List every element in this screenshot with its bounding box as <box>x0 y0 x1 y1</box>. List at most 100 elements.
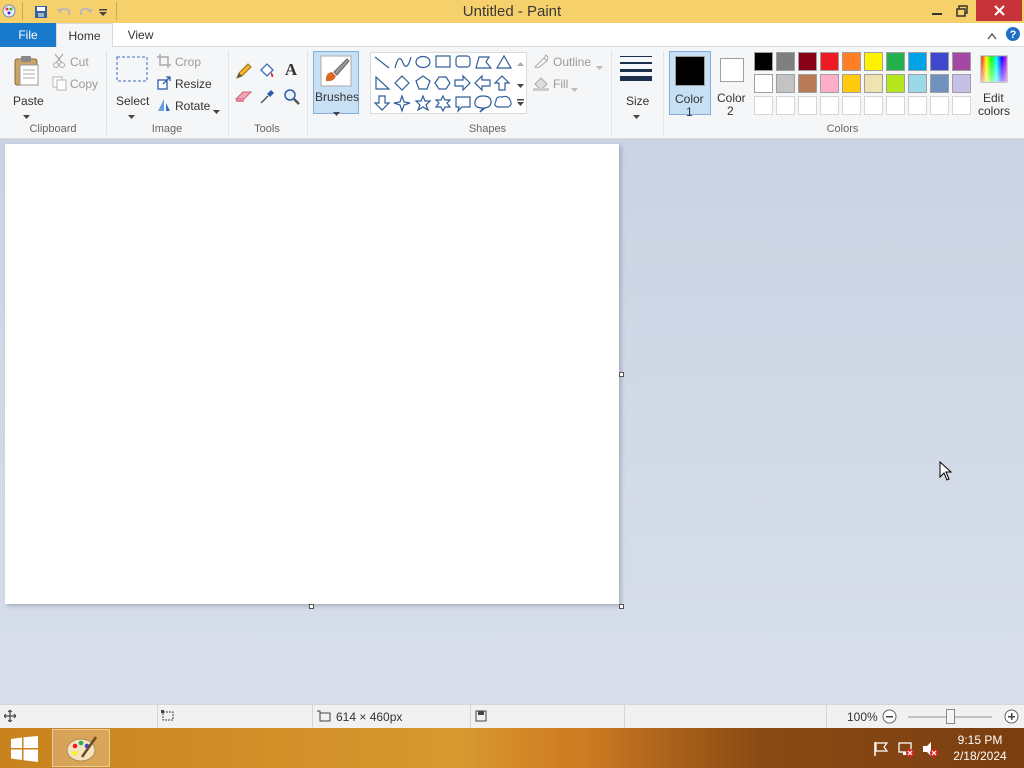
color1-button[interactable]: Color 1 <box>669 51 711 119</box>
palette-swatch[interactable] <box>754 74 773 93</box>
palette-swatch[interactable] <box>930 74 949 93</box>
copy-label: Copy <box>70 77 99 91</box>
palette-swatch[interactable] <box>820 52 839 71</box>
polygon-shape-icon <box>475 56 493 69</box>
color-picker-icon[interactable] <box>259 87 277 108</box>
color2-label-line1: Color <box>717 91 746 105</box>
palette-swatch[interactable] <box>842 74 861 93</box>
palette-swatch[interactable] <box>842 52 861 71</box>
outline-button[interactable]: Outline <box>533 53 605 71</box>
brush-icon <box>320 55 352 90</box>
palette-swatch[interactable] <box>886 52 905 71</box>
custom-color-slot[interactable] <box>776 96 795 115</box>
file-size-icon <box>475 710 487 725</box>
ribbon: Paste Cut Copy Clipboard Select Crop Res… <box>0 47 1024 139</box>
palette-swatch[interactable] <box>798 52 817 71</box>
chevron-down-icon <box>633 109 640 123</box>
line-size-icon <box>619 55 653 84</box>
clock-date: 2/18/2024 <box>953 749 1007 763</box>
size-label: Size <box>626 94 650 108</box>
custom-color-slot[interactable] <box>754 96 773 115</box>
color2-button[interactable]: Color 2 <box>712 51 752 118</box>
taskbar-clock[interactable]: 9:15 PM 2/18/2024 <box>940 732 1020 764</box>
custom-color-slot[interactable] <box>886 96 905 115</box>
custom-color-slot[interactable] <box>930 96 949 115</box>
gallery-scroll-up-icon[interactable] <box>517 56 524 70</box>
zoom-in-icon[interactable] <box>1004 709 1019 727</box>
custom-color-slot[interactable] <box>952 96 971 115</box>
shape-fill-icon <box>533 76 549 94</box>
zoom-slider-thumb[interactable] <box>946 709 955 724</box>
resize-label: Resize <box>175 77 212 91</box>
drawing-canvas[interactable] <box>5 144 619 604</box>
fill-button[interactable]: Fill <box>533 75 583 93</box>
gallery-scroll-down-icon[interactable] <box>517 78 524 92</box>
palette-swatch[interactable] <box>952 74 971 93</box>
eraser-icon[interactable] <box>234 89 253 106</box>
colors-group-label: Colors <box>826 123 859 135</box>
pencil-icon[interactable] <box>235 62 253 83</box>
custom-color-slot[interactable] <box>864 96 883 115</box>
palette-swatch[interactable] <box>798 74 817 93</box>
palette-swatch[interactable] <box>886 74 905 93</box>
help-icon[interactable]: ? <box>1005 26 1021 45</box>
brushes-button[interactable]: Brushes <box>313 51 359 116</box>
close-button[interactable] <box>976 0 1022 21</box>
chevron-down-icon <box>596 60 603 74</box>
color1-swatch <box>675 56 705 86</box>
palette-swatch[interactable] <box>820 74 839 93</box>
canvas-resize-handle-right[interactable] <box>619 372 624 377</box>
palette-swatch[interactable] <box>754 52 773 71</box>
custom-color-slot[interactable] <box>908 96 927 115</box>
rotate-icon <box>157 98 171 115</box>
tab-file[interactable]: File <box>0 23 56 47</box>
palette-swatch[interactable] <box>864 74 883 93</box>
palette-swatch[interactable] <box>776 52 795 71</box>
windows-start-icon[interactable] <box>11 736 39 765</box>
action-center-flag-icon[interactable] <box>873 741 889 760</box>
size-button[interactable]: Size <box>616 51 658 119</box>
edit-colors-button[interactable]: Edit colors <box>976 51 1012 119</box>
rotate-button[interactable]: Rotate <box>157 97 221 115</box>
canvas-resize-handle-corner[interactable] <box>619 604 624 609</box>
fill-bucket-icon[interactable] <box>258 61 276 82</box>
fill-label: Fill <box>553 77 569 91</box>
five-point-star-shape-icon <box>414 94 432 112</box>
color1-label-line1: Color <box>675 92 704 106</box>
window-title: Untitled - Paint <box>462 3 562 20</box>
svg-text:A: A <box>285 60 298 77</box>
custom-color-slot[interactable] <box>842 96 861 115</box>
palette-swatch[interactable] <box>908 74 927 93</box>
canvas-resize-handle-bottom[interactable] <box>309 604 314 609</box>
custom-color-slot[interactable] <box>820 96 839 115</box>
palette-swatch[interactable] <box>776 74 795 93</box>
volume-muted-icon[interactable] <box>921 740 939 761</box>
tab-home[interactable]: Home <box>56 23 113 48</box>
minimize-ribbon-icon[interactable] <box>987 29 997 43</box>
palette-swatch[interactable] <box>930 52 949 71</box>
diamond-shape-icon <box>394 75 410 91</box>
tab-view[interactable]: View <box>113 23 168 47</box>
copy-button[interactable]: Copy <box>52 75 104 93</box>
chevron-down-icon <box>571 82 578 96</box>
outline-label: Outline <box>553 55 592 69</box>
cut-button[interactable]: Cut <box>52 53 104 71</box>
text-tool-icon[interactable]: A <box>283 59 299 80</box>
restore-button[interactable] <box>947 0 977 21</box>
title-bar: Untitled - Paint <box>0 0 1024 23</box>
magnifier-icon[interactable] <box>283 88 301 109</box>
palette-swatch[interactable] <box>952 52 971 71</box>
resize-button[interactable]: Resize <box>157 75 217 93</box>
network-error-icon[interactable] <box>897 740 915 761</box>
select-button[interactable]: Select <box>112 51 152 119</box>
paste-button[interactable]: Paste <box>6 51 48 119</box>
zoom-out-icon[interactable] <box>882 709 897 727</box>
custom-color-slot[interactable] <box>798 96 817 115</box>
close-icon <box>993 5 1005 16</box>
crop-button[interactable]: Crop <box>157 53 217 71</box>
taskbar-paint-button[interactable] <box>52 729 110 767</box>
palette-swatch[interactable] <box>864 52 883 71</box>
gallery-expand-icon[interactable] <box>517 97 524 111</box>
canvas-workspace[interactable] <box>0 139 1024 704</box>
palette-swatch[interactable] <box>908 52 927 71</box>
